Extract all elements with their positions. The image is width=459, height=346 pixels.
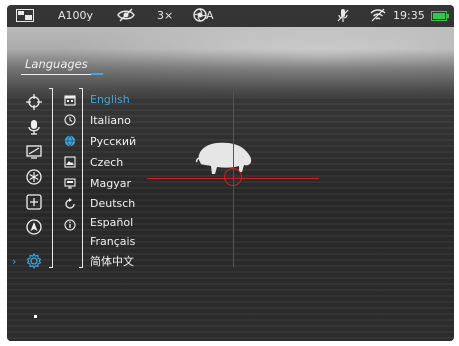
- calendar-icon[interactable]: [63, 93, 77, 107]
- divider-cap: [49, 88, 52, 89]
- crosshair-icon[interactable]: [25, 93, 43, 111]
- zoom-level[interactable]: 3×: [157, 9, 173, 23]
- plus-square-icon[interactable]: [25, 193, 43, 211]
- divider-cap: [79, 88, 82, 89]
- menu-title-underline: [21, 74, 101, 75]
- reset-icon[interactable]: [63, 197, 77, 211]
- language-option-magyar[interactable]: Magyar: [90, 177, 131, 191]
- globe-icon[interactable]: [63, 134, 77, 148]
- language-option-espanol[interactable]: Español: [90, 216, 133, 230]
- settings-asterisk-icon[interactable]: [25, 168, 43, 186]
- calibration-mode[interactable]: A: [206, 9, 214, 23]
- image-icon[interactable]: [63, 155, 77, 169]
- menu-title-accent: [91, 73, 103, 75]
- clock-time: 19:35: [393, 9, 425, 22]
- clock-icon[interactable]: [63, 113, 77, 127]
- status-bar: A100y 3× A 19:35: [7, 5, 454, 27]
- language-option-english[interactable]: English: [90, 93, 130, 107]
- info-icon[interactable]: [63, 218, 77, 232]
- navigation-icon[interactable]: [25, 218, 43, 236]
- eye-off-icon[interactable]: [117, 8, 135, 25]
- thermal-viewport: A100y 3× A 19:35 Languages › English Ita…: [7, 5, 454, 341]
- left-column-divider: [52, 88, 53, 268]
- wifi-off-icon[interactable]: [370, 8, 386, 25]
- divider-cap: [79, 267, 82, 268]
- menu-title: Languages: [25, 57, 88, 71]
- status-indicator-dot: [34, 315, 37, 318]
- language-option-francais[interactable]: Français: [90, 235, 135, 249]
- display-mode-icon[interactable]: [16, 9, 34, 25]
- battery-icon: [431, 11, 449, 24]
- mic-off-icon[interactable]: [337, 8, 349, 26]
- divider-cap: [49, 267, 52, 268]
- gear-icon[interactable]: [25, 252, 43, 270]
- language-option-chinese[interactable]: 简体中文: [90, 255, 134, 269]
- language-option-russian[interactable]: Русский: [90, 135, 136, 149]
- language-option-deutsch[interactable]: Deutsch: [90, 197, 135, 211]
- microphone-icon[interactable]: [25, 118, 43, 136]
- display-icon[interactable]: [25, 143, 43, 161]
- language-option-czech[interactable]: Czech: [90, 156, 123, 170]
- reticle-circle: [224, 168, 242, 186]
- language-option-italiano[interactable]: Italiano: [90, 114, 131, 128]
- device-model: A100y: [58, 9, 94, 22]
- selection-arrow-icon: ›: [12, 255, 17, 268]
- mid-column-divider: [82, 88, 83, 268]
- aperture-icon: [193, 8, 207, 25]
- screen-icon[interactable]: [63, 176, 77, 190]
